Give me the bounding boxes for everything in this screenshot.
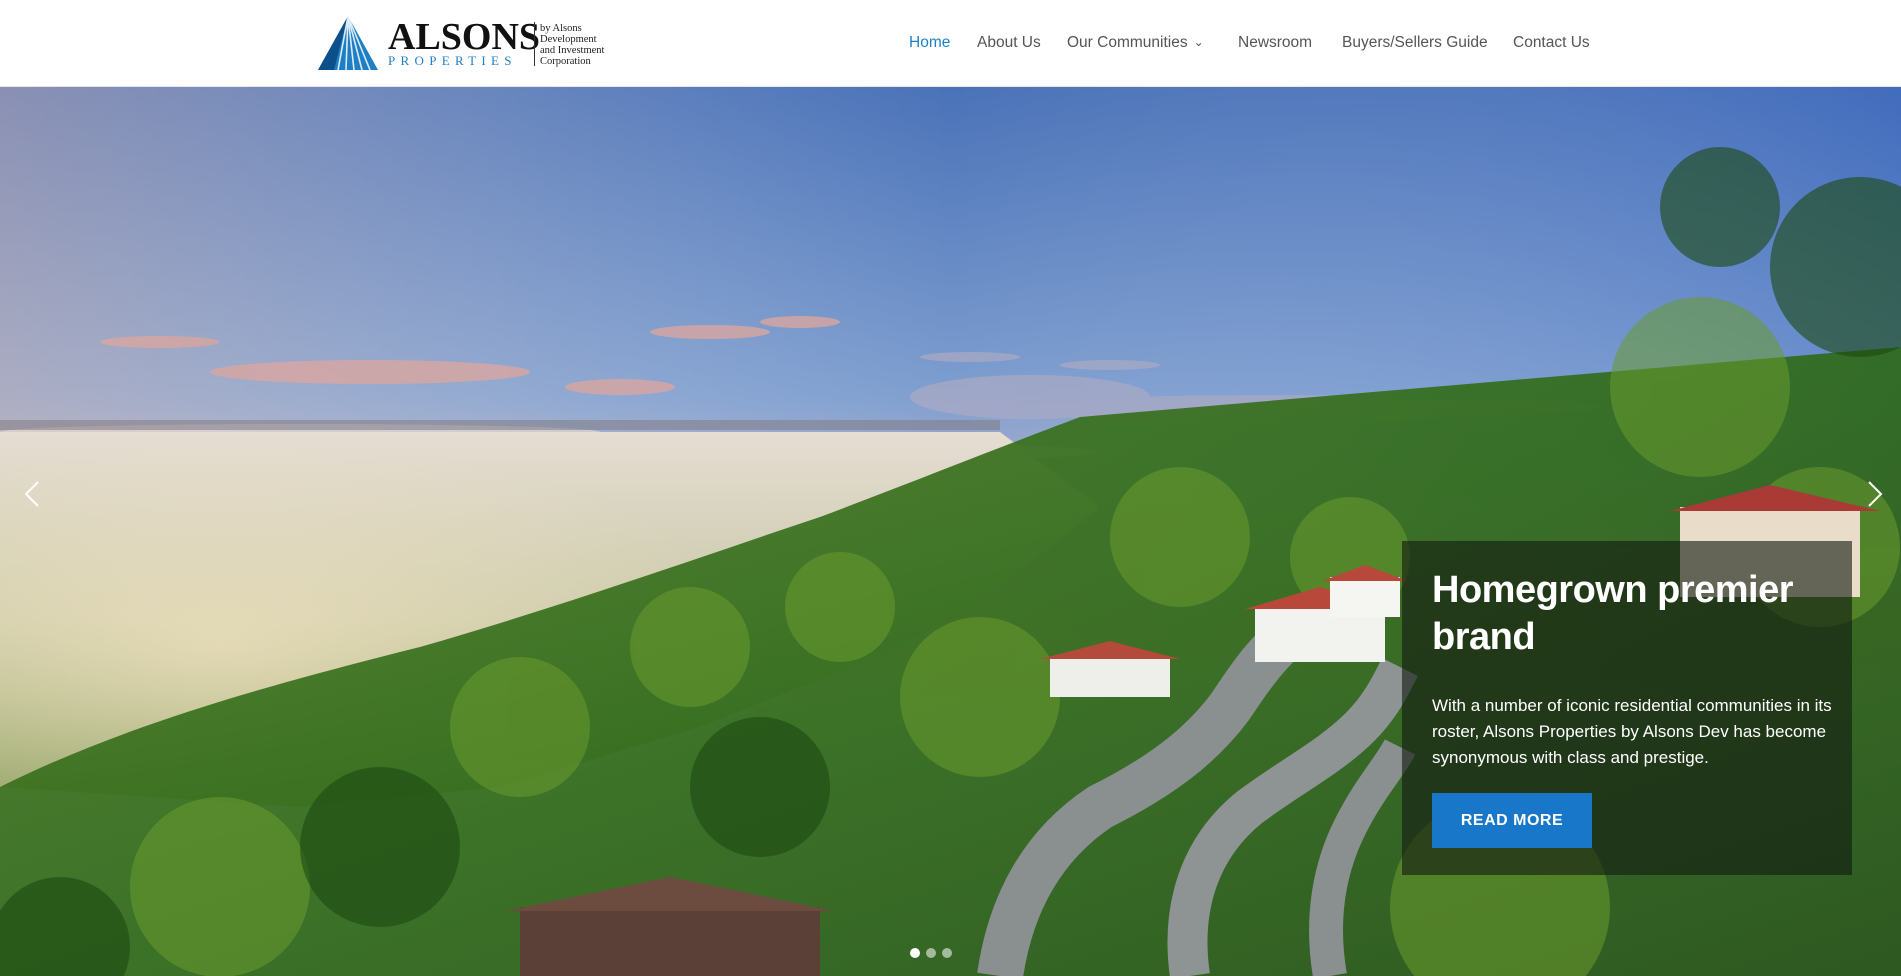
nav-item-our-communities[interactable]: Our Communities ⌄: [1067, 33, 1204, 53]
logo-wordmark: ALSONS: [388, 16, 541, 58]
read-more-button[interactable]: READ MORE: [1432, 793, 1592, 848]
nav-item-label: Our Communities: [1067, 34, 1188, 51]
site-header: ALSONS PROPERTIES by Alsons Development …: [0, 0, 1901, 87]
nav-item-label: Home: [909, 34, 951, 51]
logo-divider: [534, 22, 535, 66]
nav-item-label: Newsroom: [1238, 34, 1313, 51]
nav-item-contact-us[interactable]: Contact Us: [1513, 33, 1590, 53]
nav-item-label: About Us: [977, 34, 1041, 51]
hero-caption-box: Homegrown premier brand With a number of…: [1402, 541, 1852, 875]
slider-dot[interactable]: [942, 948, 952, 958]
hero-description: With a number of iconic residential comm…: [1432, 696, 1832, 767]
logo-pyramid-icon: [318, 15, 378, 71]
slider-dot[interactable]: [910, 948, 920, 958]
logo-tagline-line: Development: [540, 34, 597, 45]
logo-tagline-line: and Investment: [540, 45, 605, 56]
logo-tagline: by Alsons Development and Investment Cor…: [540, 23, 604, 67]
logo-tagline-line: Corporation: [540, 56, 591, 67]
nav-item-label: Buyers/Sellers Guide: [1342, 34, 1488, 51]
logo-subtitle: PROPERTIES: [388, 53, 517, 68]
chevron-left-icon[interactable]: [16, 476, 46, 512]
chevron-right-icon[interactable]: [1861, 476, 1891, 512]
alsons-logo[interactable]: ALSONS PROPERTIES by Alsons Development …: [316, 14, 606, 72]
logo-tagline-line: by Alsons: [540, 23, 582, 34]
nav-item-about-us[interactable]: About Us: [977, 33, 1041, 53]
slider-dot[interactable]: [926, 948, 936, 958]
hero-heading: Homegrown premier brand: [1432, 569, 1794, 658]
nav-item-home[interactable]: Home: [909, 33, 950, 53]
hero-slider: Homegrown premier brand With a number of…: [0, 87, 1901, 976]
nav-item-label: Contact Us: [1513, 34, 1590, 51]
nav-item-buyers-sellers-guide[interactable]: Buyers/Sellers Guide: [1342, 33, 1488, 53]
chevron-down-icon: ⌄: [1193, 35, 1204, 49]
nav-item-newsroom[interactable]: Newsroom: [1238, 33, 1312, 53]
